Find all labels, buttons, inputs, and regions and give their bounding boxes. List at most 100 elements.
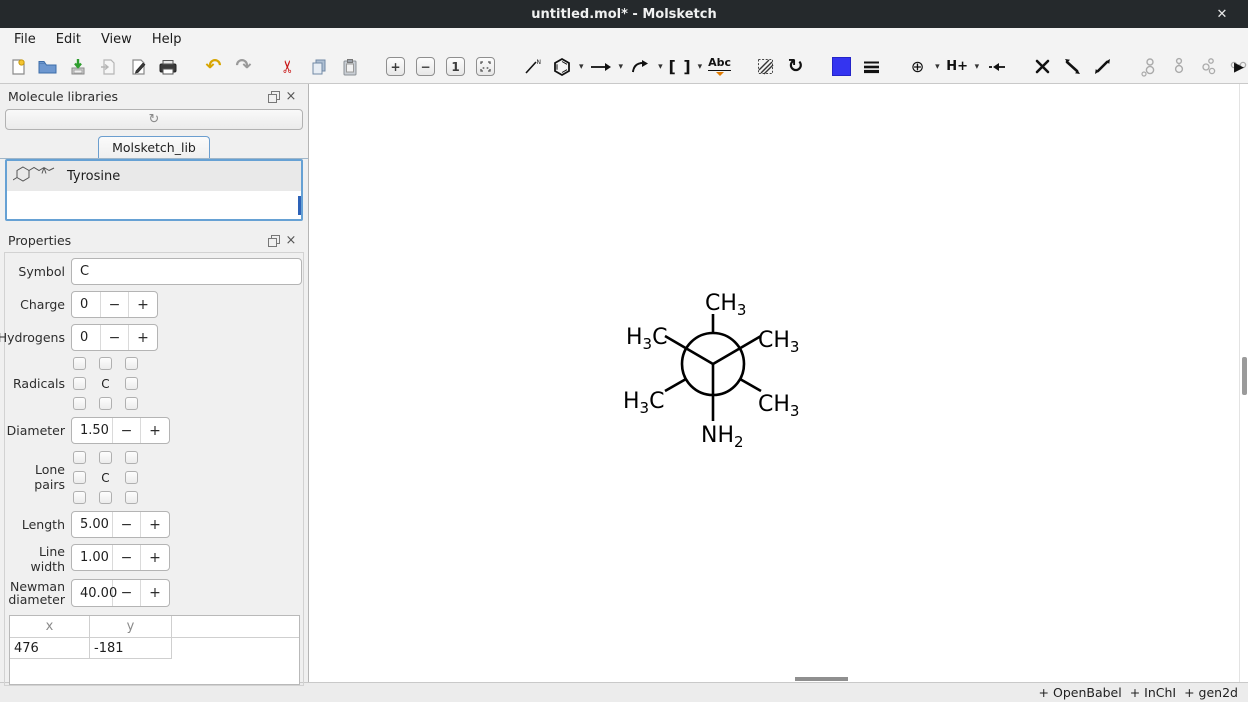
radical-checkbox[interactable]: [73, 377, 86, 390]
charge-value[interactable]: 0: [72, 292, 101, 317]
menu-view[interactable]: View: [91, 30, 142, 49]
newman-diameter-minus-button[interactable]: −: [113, 580, 141, 606]
lone-pair-checkbox[interactable]: [99, 491, 112, 504]
length-plus-button[interactable]: +: [141, 512, 169, 537]
toolbar-overflow-button[interactable]: ▶: [1234, 50, 1244, 84]
hydrogens-value[interactable]: 0: [72, 325, 101, 350]
lone-pair-checkbox[interactable]: [73, 471, 86, 484]
menu-file[interactable]: File: [4, 30, 46, 49]
radical-checkbox[interactable]: [99, 357, 112, 370]
redo-button[interactable]: ↷: [230, 54, 257, 80]
reaction-arrow-button[interactable]: [588, 54, 615, 80]
charge-minus-button[interactable]: −: [101, 292, 129, 317]
bracket-tool-button[interactable]: [ ]: [667, 54, 694, 80]
length-minus-button[interactable]: −: [113, 512, 141, 537]
library-item-tyrosine[interactable]: Tyrosine: [7, 161, 301, 191]
print-button[interactable]: [154, 54, 181, 80]
molecule-drawing[interactable]: CH3 H3C CH3 H3C CH3 NH2: [309, 84, 1248, 682]
flip-horizontal-button[interactable]: [1059, 54, 1086, 80]
window-close-button[interactable]: ✕: [1208, 0, 1236, 28]
lone-pair-checkbox[interactable]: [73, 451, 86, 464]
copy-button[interactable]: [306, 54, 333, 80]
zoom-out-button[interactable]: −: [412, 54, 439, 80]
atom-label-lower-right-ch3[interactable]: CH3: [758, 392, 799, 420]
cut-button[interactable]: ✂: [276, 54, 303, 80]
export-button[interactable]: [124, 54, 151, 80]
diameter-value[interactable]: 1.50: [72, 418, 113, 443]
lone-pair-checkbox[interactable]: [125, 471, 138, 484]
atom-label-lower-left-h3c[interactable]: H3C: [623, 389, 664, 417]
tab-molsketch-lib[interactable]: Molsketch_lib: [98, 136, 210, 158]
charge-tool-button[interactable]: ⊕: [904, 54, 931, 80]
canvas-horizontal-scrollbar[interactable]: [795, 677, 848, 681]
lone-pair-checkbox[interactable]: [99, 451, 112, 464]
charge-dropdown[interactable]: ▾: [935, 62, 940, 72]
mechanism-arrow-button[interactable]: [627, 54, 654, 80]
library-refresh-button[interactable]: ↻: [5, 109, 303, 130]
save-button[interactable]: [64, 54, 91, 80]
radical-checkbox[interactable]: [125, 397, 138, 410]
lone-pair-checkbox[interactable]: [73, 491, 86, 504]
back-bond-lower-left[interactable]: [665, 379, 686, 391]
symbol-input[interactable]: C: [71, 258, 302, 285]
front-bond-upper-right[interactable]: [713, 336, 761, 364]
hydrogen-dropdown[interactable]: ▾: [975, 62, 980, 72]
properties-close-button[interactable]: ×: [282, 232, 300, 248]
radical-checkbox[interactable]: [73, 397, 86, 410]
coord-x-cell[interactable]: 476: [10, 638, 90, 659]
reaction-arrow-dropdown[interactable]: ▾: [619, 62, 624, 72]
new-file-button[interactable]: [4, 54, 31, 80]
open-file-button[interactable]: [34, 54, 61, 80]
radical-checkbox[interactable]: [73, 357, 86, 370]
libraries-float-button[interactable]: [264, 88, 282, 104]
bond-color-button[interactable]: [828, 54, 855, 80]
line-width-minus-button[interactable]: −: [113, 545, 141, 570]
canvas-vertical-scrollbar[interactable]: [1242, 357, 1247, 395]
mechanism-arrow-dropdown[interactable]: ▾: [658, 62, 663, 72]
lone-pair-checkbox[interactable]: [125, 491, 138, 504]
hydrogens-minus-button[interactable]: −: [101, 325, 129, 350]
hydrogens-plus-button[interactable]: +: [129, 325, 157, 350]
atom-label-bottom-nh2[interactable]: NH2: [701, 423, 744, 451]
zoom-fit-button[interactable]: [472, 54, 499, 80]
drawing-canvas[interactable]: CH3 H3C CH3 H3C CH3 NH2: [309, 84, 1248, 682]
zoom-in-button[interactable]: +: [382, 54, 409, 80]
newman-diameter-value[interactable]: 40.00: [72, 580, 113, 606]
coord-y-cell[interactable]: -181: [90, 638, 172, 659]
radical-checkbox[interactable]: [125, 377, 138, 390]
atom-label-top-ch3[interactable]: CH3: [705, 291, 746, 319]
bracket-dropdown[interactable]: ▾: [698, 62, 703, 72]
ring-dropdown-arrow[interactable]: ▾: [579, 62, 584, 72]
text-tool-button[interactable]: Abc: [706, 54, 733, 80]
rotate-tool-button[interactable]: ↻: [782, 54, 809, 80]
lone-pair-checkbox[interactable]: [125, 451, 138, 464]
newman-diameter-plus-button[interactable]: +: [141, 580, 169, 606]
menu-edit[interactable]: Edit: [46, 30, 91, 49]
ring-tool-button[interactable]: [548, 54, 575, 80]
hydrogen-tool-button[interactable]: H+: [944, 54, 971, 80]
flip-vertical-button[interactable]: [1089, 54, 1116, 80]
zoom-original-button[interactable]: 1: [442, 54, 469, 80]
atom-label-upper-right-ch3[interactable]: CH3: [758, 328, 799, 356]
menu-help[interactable]: Help: [142, 30, 192, 49]
diameter-minus-button[interactable]: −: [113, 418, 141, 443]
back-bond-lower-right[interactable]: [740, 379, 761, 391]
radical-checkbox[interactable]: [125, 357, 138, 370]
libraries-close-button[interactable]: ×: [282, 88, 300, 104]
charge-plus-button[interactable]: +: [129, 292, 157, 317]
radical-checkbox[interactable]: [99, 397, 112, 410]
paste-button[interactable]: [336, 54, 363, 80]
align-tool-button[interactable]: [983, 54, 1010, 80]
undo-button[interactable]: ↶: [200, 54, 227, 80]
properties-float-button[interactable]: [264, 232, 282, 248]
atom-label-upper-left-h3c[interactable]: H3C: [626, 325, 667, 353]
front-bond-upper-left[interactable]: [665, 336, 713, 364]
selection-hatch-button[interactable]: [752, 54, 779, 80]
line-width-value[interactable]: 1.00: [72, 545, 113, 570]
delete-tool-button[interactable]: [1029, 54, 1056, 80]
diameter-plus-button[interactable]: +: [141, 418, 169, 443]
length-value[interactable]: 5.00: [72, 512, 113, 537]
save-as-button[interactable]: [94, 54, 121, 80]
line-width-button[interactable]: [858, 54, 885, 80]
library-list-scrollbar[interactable]: [298, 196, 301, 215]
